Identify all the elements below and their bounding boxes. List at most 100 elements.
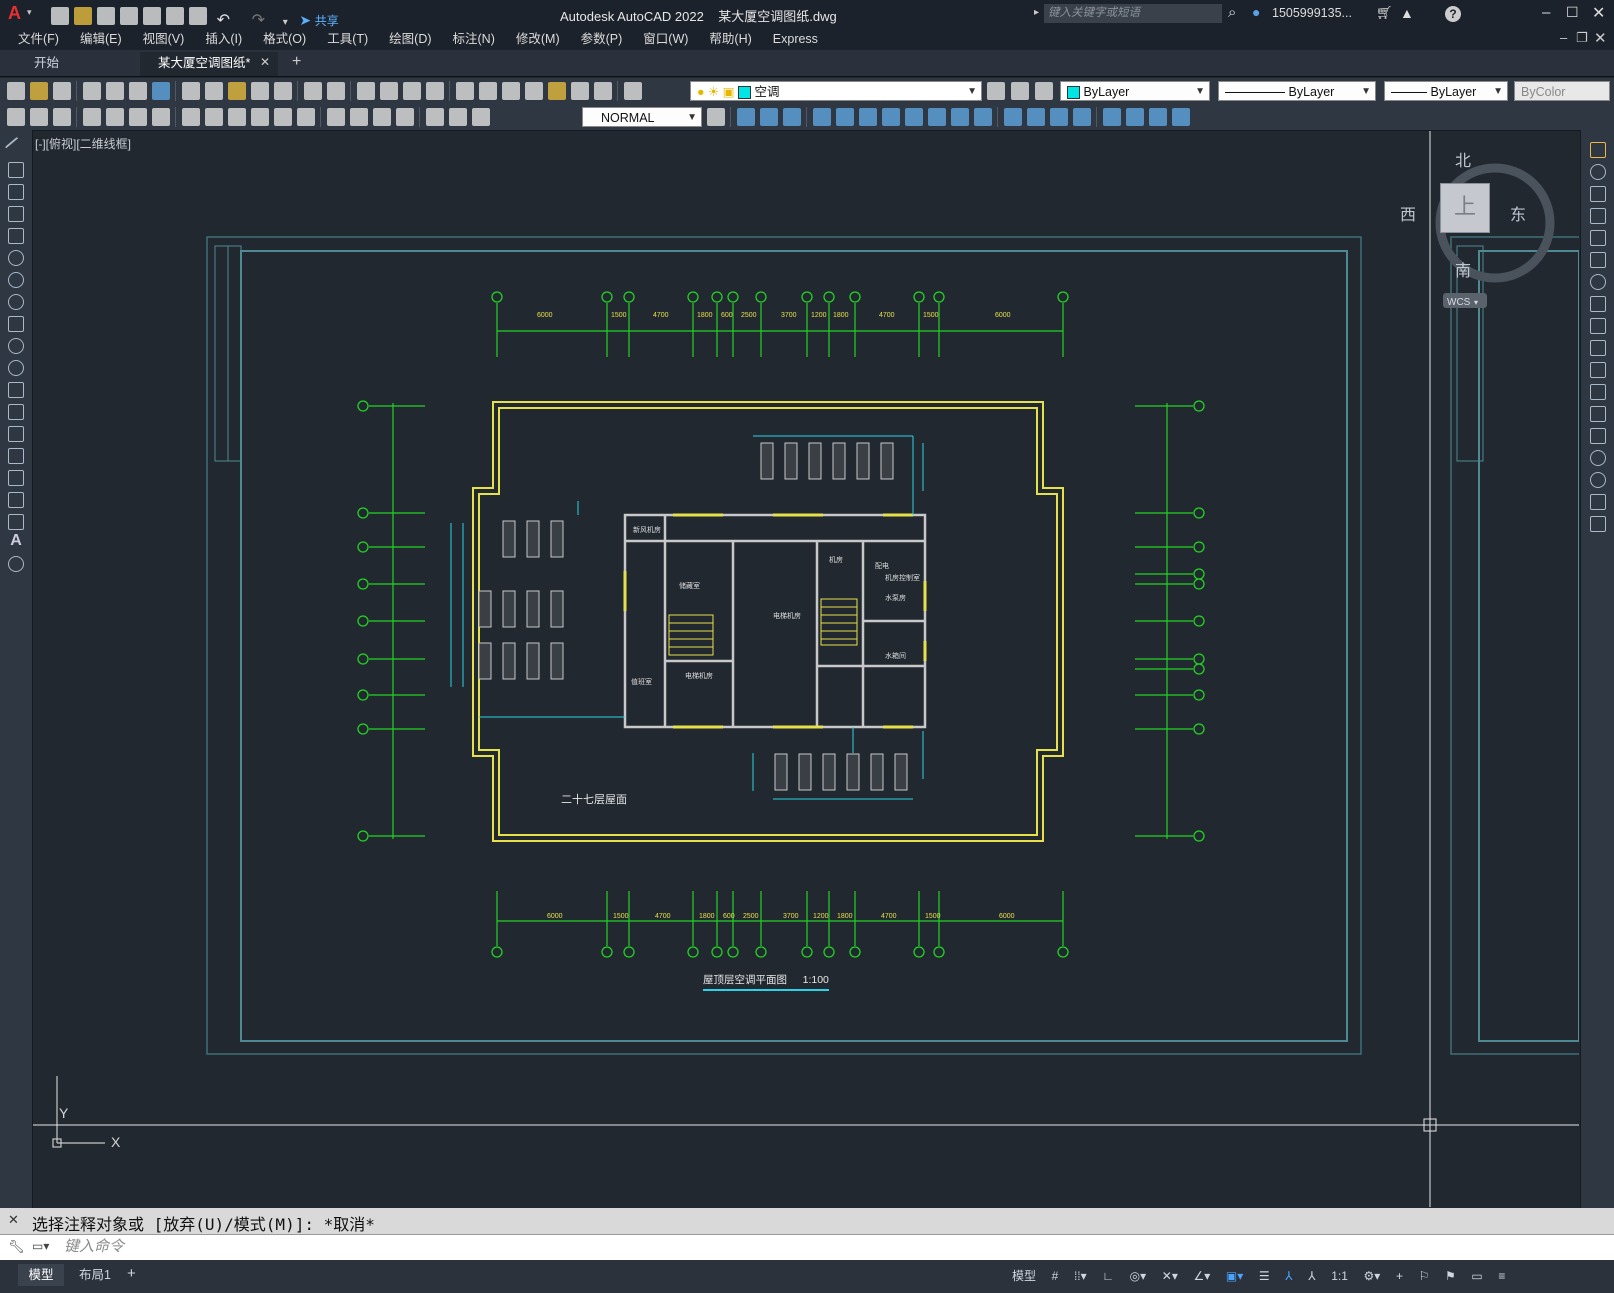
dim-space-icon[interactable] bbox=[274, 108, 292, 126]
offset-tool-icon[interactable] bbox=[1590, 208, 1606, 224]
help-icon-2[interactable] bbox=[594, 82, 612, 100]
user-name[interactable]: 1505999135... bbox=[1272, 6, 1352, 20]
line-icon[interactable] bbox=[4, 136, 28, 160]
markup-icon[interactable] bbox=[548, 82, 566, 100]
redo-icon-2[interactable] bbox=[327, 82, 345, 100]
viewcube-east[interactable]: 东 bbox=[1510, 201, 1526, 225]
otrack-icon[interactable]: ∠▾ bbox=[1193, 1260, 1210, 1293]
array-icon[interactable] bbox=[836, 108, 854, 126]
dim-continue-icon[interactable] bbox=[251, 108, 269, 126]
cut-icon[interactable] bbox=[182, 82, 200, 100]
copy-object-icon[interactable] bbox=[760, 108, 778, 126]
inspection-icon[interactable] bbox=[373, 108, 391, 126]
viewcube[interactable]: 北 西 东 南 上 WCS ▾ bbox=[1393, 141, 1533, 311]
command-input[interactable]: 键入命令 bbox=[64, 1237, 1604, 1257]
app-menu-arrow-icon[interactable]: ▾ bbox=[27, 7, 32, 18]
minimize-icon[interactable]: – bbox=[1542, 4, 1550, 21]
hatch-edit-icon[interactable] bbox=[1149, 108, 1167, 126]
cart-icon[interactable]: 🛒︎ bbox=[1376, 5, 1393, 21]
menu-item[interactable]: 帮助(H) bbox=[709, 28, 751, 50]
share-label[interactable]: 共享 bbox=[315, 14, 339, 28]
menu-item[interactable]: 视图(V) bbox=[143, 28, 185, 50]
break-icon[interactable] bbox=[1004, 108, 1022, 126]
join-tool-icon[interactable] bbox=[1590, 428, 1606, 444]
autocad-logo[interactable]: A bbox=[8, 3, 21, 24]
redo-icon[interactable]: ↷ bbox=[252, 12, 265, 29]
tab-layout1[interactable]: 布局1 bbox=[70, 1264, 120, 1286]
auto-scale-icon[interactable]: ⅄ bbox=[1308, 1260, 1315, 1293]
properties-icon[interactable] bbox=[456, 82, 474, 100]
print-icon[interactable] bbox=[189, 7, 207, 25]
menu-item[interactable]: 文件(F) bbox=[18, 28, 59, 50]
zoom-previous-icon[interactable] bbox=[426, 82, 444, 100]
export-icon[interactable] bbox=[166, 7, 184, 25]
insert-block-icon[interactable] bbox=[8, 382, 24, 398]
doc-minimize-icon[interactable]: – bbox=[1560, 30, 1567, 45]
linetype-dropdown[interactable]: ByLayer ▼ bbox=[1218, 81, 1376, 101]
annotation-scale[interactable]: 1:1 bbox=[1331, 1260, 1348, 1293]
tab-drawing[interactable]: 某大厦空调图纸* ✕ bbox=[140, 52, 278, 76]
ellipse-icon[interactable] bbox=[8, 338, 24, 354]
autodesk-a360-icon[interactable]: ▲ bbox=[1400, 5, 1414, 21]
dim-text-edit-icon[interactable] bbox=[449, 108, 467, 126]
isolate-objects-icon[interactable]: ⚐ bbox=[1419, 1260, 1430, 1293]
web-icon[interactable] bbox=[152, 82, 170, 100]
revcloud-icon[interactable] bbox=[8, 294, 24, 310]
menu-item[interactable]: 格式(O) bbox=[263, 28, 306, 50]
move-tool-icon[interactable] bbox=[1590, 252, 1606, 268]
osnap-icon[interactable]: ✕▾ bbox=[1162, 1260, 1178, 1293]
point-icon[interactable] bbox=[8, 426, 24, 442]
maximize-icon[interactable]: ☐ bbox=[1566, 4, 1579, 21]
doc-restore-icon[interactable]: ❐ bbox=[1576, 30, 1588, 46]
dim-diameter-icon[interactable] bbox=[152, 108, 170, 126]
wcs-menu[interactable]: WCS ▾ bbox=[1443, 293, 1487, 308]
menu-item[interactable]: 插入(I) bbox=[205, 28, 242, 50]
dim-quick-icon[interactable] bbox=[205, 108, 223, 126]
dim-radius-icon[interactable] bbox=[106, 108, 124, 126]
menu-item[interactable]: 绘图(D) bbox=[389, 28, 431, 50]
dynamic-ucs-icon[interactable]: ▣▾ bbox=[1226, 1260, 1243, 1293]
dim-edit-icon[interactable] bbox=[426, 108, 444, 126]
clean-screen-icon[interactable]: ▭ bbox=[1471, 1260, 1482, 1293]
viewcube-south[interactable]: 南 bbox=[1455, 257, 1471, 281]
rotate-tool-icon[interactable] bbox=[1590, 274, 1606, 290]
table-icon[interactable] bbox=[8, 514, 24, 530]
make-current-layer-icon[interactable] bbox=[987, 82, 1005, 100]
menu-item[interactable]: 编辑(E) bbox=[80, 28, 122, 50]
menu-item[interactable]: 修改(M) bbox=[516, 28, 560, 50]
explode-icon[interactable] bbox=[1103, 108, 1121, 126]
save-as-icon[interactable] bbox=[120, 7, 138, 25]
chamfer-tool-icon[interactable] bbox=[1590, 450, 1606, 466]
join-icon[interactable] bbox=[1027, 108, 1045, 126]
zoom-realtime-icon[interactable] bbox=[380, 82, 398, 100]
tab-start[interactable]: 开始 bbox=[18, 52, 128, 74]
rotate-icon[interactable] bbox=[882, 108, 900, 126]
lineweight-dropdown[interactable]: ByLayer ▼ bbox=[1384, 81, 1508, 101]
menu-item[interactable]: Express bbox=[773, 28, 818, 50]
close-icon[interactable]: ✕ bbox=[1592, 3, 1605, 23]
polygon-icon[interactable] bbox=[8, 206, 24, 222]
help-icon[interactable]: ? bbox=[1445, 6, 1461, 22]
add-selected-icon[interactable] bbox=[8, 556, 24, 572]
design-center-icon[interactable] bbox=[479, 82, 497, 100]
hatch-icon[interactable] bbox=[8, 448, 24, 464]
jogged-linear-icon[interactable] bbox=[396, 108, 414, 126]
doc-close-icon[interactable]: ✕ bbox=[1594, 29, 1607, 47]
dimstyle-dropdown[interactable]: NORMAL ▼ bbox=[582, 107, 702, 127]
tolerance-icon[interactable] bbox=[327, 108, 345, 126]
publish-icon[interactable] bbox=[129, 82, 147, 100]
ortho-icon[interactable]: ∟ bbox=[1102, 1260, 1114, 1293]
trim-tool-icon[interactable] bbox=[1590, 340, 1606, 356]
lineweight-icon[interactable]: ☰ bbox=[1259, 1260, 1270, 1293]
new-tab-button[interactable]: + bbox=[292, 53, 301, 71]
dim-update-icon[interactable] bbox=[472, 108, 490, 126]
layer-properties-icon[interactable] bbox=[624, 82, 642, 100]
extend-tool-icon[interactable] bbox=[1590, 362, 1606, 378]
tool-palettes-icon[interactable] bbox=[502, 82, 520, 100]
extend-icon[interactable] bbox=[974, 108, 992, 126]
layer-states-icon[interactable] bbox=[1035, 82, 1053, 100]
search-expand-icon[interactable]: ▸ bbox=[1034, 7, 1039, 18]
dim-aligned-icon[interactable] bbox=[30, 108, 48, 126]
drawing-canvas[interactable]: [-][俯视][二维线框] 6000 1500 4700 1800 600 25… bbox=[33, 131, 1579, 1207]
fillet-icon[interactable] bbox=[1073, 108, 1091, 126]
